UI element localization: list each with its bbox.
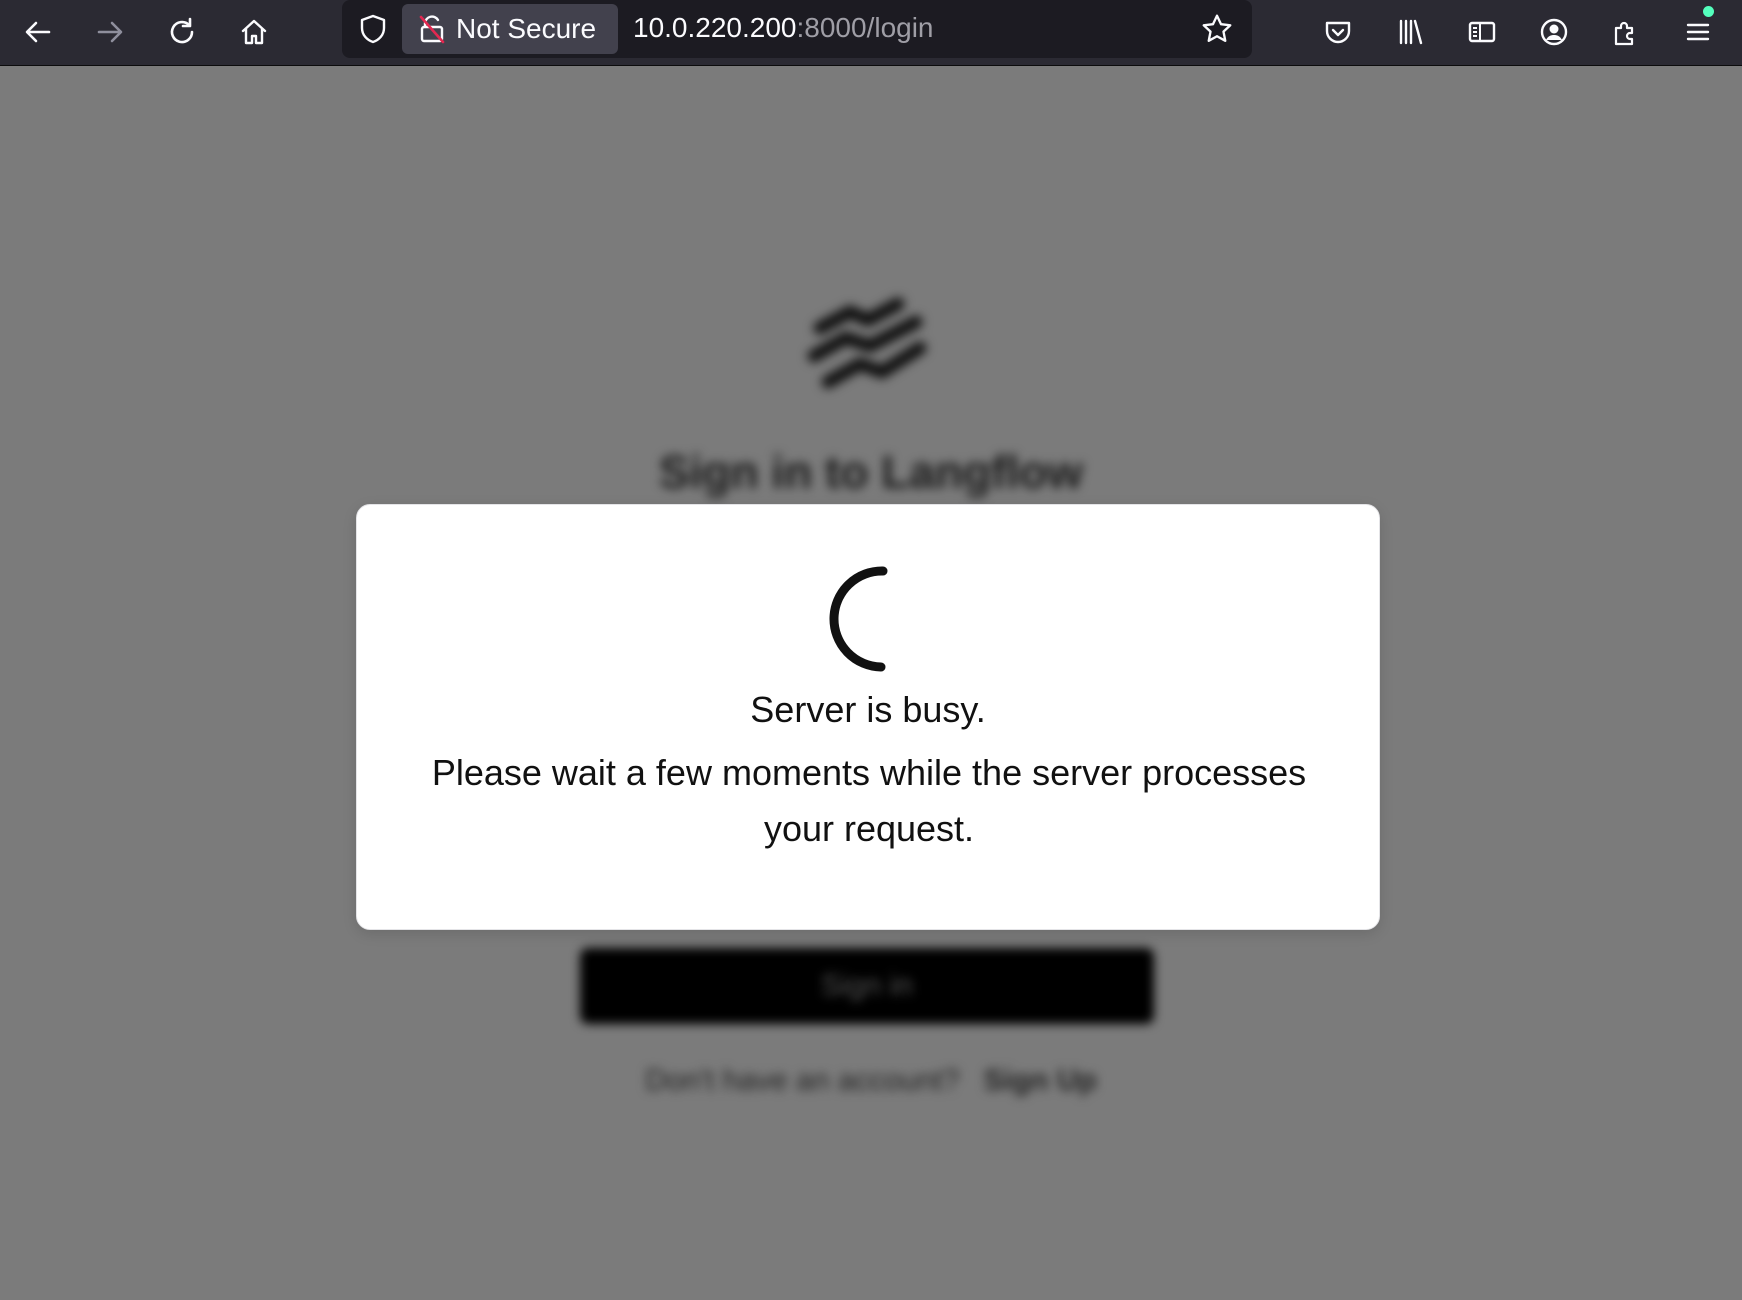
url-text[interactable]: 10.0.220.200:8000/login — [633, 12, 934, 44]
loading-spinner-icon — [829, 566, 888, 672]
modal-message: Please wait a few moments while the serv… — [431, 752, 1307, 849]
update-notification-dot — [1703, 6, 1714, 17]
bookmark-star-icon — [1202, 14, 1232, 42]
pocket-icon — [1325, 21, 1351, 44]
not-secure-label: Not Secure — [456, 13, 597, 44]
forward-arrow-icon — [97, 21, 123, 43]
signup-link[interactable]: Sign Up — [983, 1064, 1096, 1097]
pocket-button[interactable] — [1314, 8, 1362, 56]
home-button[interactable] — [230, 8, 278, 56]
signin-title: Sign in to Langflow — [658, 446, 1084, 498]
library-icon — [1399, 19, 1423, 45]
sidebar-button[interactable] — [1458, 8, 1506, 56]
reload-icon — [170, 17, 194, 44]
modal-title: Server is busy. — [750, 689, 986, 730]
signup-prompt: Don't have an account? Sign Up — [0, 1064, 1742, 1098]
site-security-indicator[interactable]: Not Secure — [402, 4, 618, 54]
url-path: :8000/login — [796, 12, 934, 43]
back-arrow-icon — [25, 21, 51, 43]
home-icon — [241, 19, 267, 45]
reload-button[interactable] — [158, 8, 206, 56]
url-host: 10.0.220.200 — [633, 12, 797, 43]
forward-button[interactable] — [86, 8, 134, 56]
account-button[interactable] — [1530, 8, 1578, 56]
bookmark-button[interactable] — [1194, 6, 1240, 52]
server-busy-modal: Server is busy. Please wait a few moment… — [356, 504, 1380, 930]
signup-text: Don't have an account? — [645, 1064, 960, 1097]
tracking-protection-button[interactable] — [350, 6, 396, 52]
signin-button[interactable]: Sign in — [580, 948, 1154, 1024]
extensions-button[interactable] — [1602, 8, 1650, 56]
app-menu-button[interactable] — [1674, 8, 1722, 56]
account-icon — [1540, 18, 1568, 46]
browser-toolbar: Not Secure 10.0.220.200:8000/login — [0, 0, 1742, 66]
extensions-icon — [1614, 21, 1634, 46]
insecure-lock-icon — [419, 15, 445, 44]
back-button[interactable] — [14, 8, 62, 56]
shield-icon — [360, 14, 386, 44]
hamburger-menu-icon — [1686, 23, 1710, 41]
library-button[interactable] — [1386, 8, 1434, 56]
sidebar-icon — [1468, 21, 1496, 43]
langflow-logo-icon — [807, 297, 927, 389]
url-bar[interactable]: Not Secure 10.0.220.200:8000/login — [342, 0, 1252, 58]
